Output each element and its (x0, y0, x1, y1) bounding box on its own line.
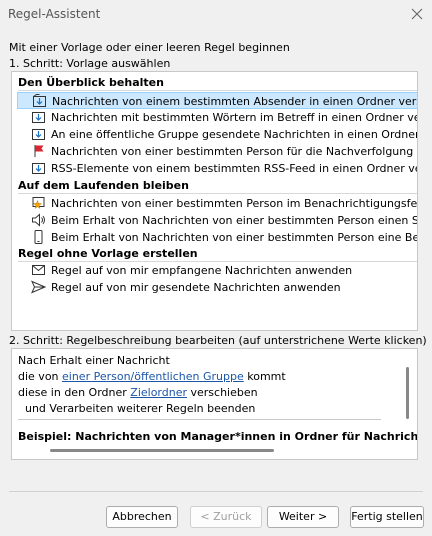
window-title: Regel-Assistent (8, 7, 101, 21)
sender-link[interactable]: einer Person/öffentlichen Gruppe (62, 370, 244, 383)
template-item-label: Nachrichten von einem bestimmten Absende… (52, 95, 417, 108)
rule-description-box[interactable]: Nach Erhalt einer Nachricht die von eine… (11, 348, 418, 460)
notification-star-icon (31, 196, 46, 210)
template-listbox[interactable]: Den Überblick behalten Nachrichten von e… (11, 71, 418, 331)
template-item-label: Nachrichten von einer bestimmten Person … (51, 197, 418, 210)
red-flag-icon (31, 144, 46, 158)
footer-divider (9, 491, 423, 492)
template-item[interactable]: Nachrichten von einem bestimmten Absende… (17, 92, 417, 109)
send-icon (31, 280, 47, 294)
template-item-label: Regel auf von mir empfangene Nachrichten… (51, 264, 353, 277)
folder-arrow-icon (31, 161, 46, 175)
step2-label: 2. Schritt: Regelbeschreibung bearbeiten… (9, 334, 427, 347)
envelope-icon (31, 263, 46, 277)
section-divider (18, 193, 417, 194)
template-item-label: Regel auf von mir gesendete Nachrichten … (51, 281, 341, 294)
section-title: Auf dem Laufenden bleiben (18, 179, 189, 192)
close-button[interactable] (408, 5, 426, 23)
vertical-scrollbar[interactable] (406, 367, 409, 419)
template-item[interactable]: Nachrichten von einer bestimmten Person … (17, 195, 418, 212)
section-title: Regel ohne Vorlage erstellen (18, 247, 198, 260)
description-line: Nach Erhalt einer Nachricht (18, 354, 170, 367)
template-item[interactable]: Nachrichten mit bestimmten Wörtern im Be… (17, 109, 417, 126)
template-item[interactable]: Regel auf von mir gesendete Nachrichten … (17, 279, 417, 296)
folder-arrow-icon (31, 127, 46, 141)
template-item-label: Beim Erhalt von Nachrichten von einer be… (51, 214, 417, 227)
target-folder-link[interactable]: Zielordner (130, 386, 187, 399)
close-icon (411, 8, 423, 20)
template-item-label: An eine öffentliche Gruppe gesendete Nac… (51, 128, 418, 141)
section-divider (18, 90, 417, 91)
description-divider (18, 419, 381, 420)
intro-text: Mit einer Vorlage oder einer leeren Rege… (9, 41, 290, 54)
template-item-label: Nachrichten mit bestimmten Wörtern im Be… (51, 111, 417, 124)
description-line: diese in den Ordner Zielordner verschieb… (18, 386, 258, 399)
title-bar: Regel-Assistent (0, 0, 432, 28)
step1-label: 1. Schritt: Vorlage auswählen (9, 57, 171, 70)
cancel-button[interactable]: Abbrechen (106, 506, 178, 528)
template-item[interactable]: An eine öffentliche Gruppe gesendete Nac… (17, 126, 418, 143)
horizontal-scrollbar[interactable] (50, 449, 274, 452)
speaker-icon (31, 213, 46, 227)
template-item-label: Nachrichten von einer bestimmten Person … (51, 145, 417, 158)
section-title: Den Überblick behalten (18, 76, 164, 89)
template-item-label: RSS-Elemente von einem bestimmten RSS-Fe… (51, 162, 417, 175)
back-button[interactable]: < Zurück (190, 506, 262, 528)
template-item[interactable]: RSS-Elemente von einem bestimmten RSS-Fe… (17, 160, 417, 177)
folder-arrow-icon (31, 110, 46, 124)
template-item[interactable]: Beim Erhalt von Nachrichten von einer be… (17, 212, 417, 229)
description-line: die von einer Person/öffentlichen Gruppe… (18, 370, 286, 383)
folder-arrow-icon (32, 94, 47, 108)
template-item[interactable]: Regel auf von mir empfangene Nachrichten… (17, 262, 417, 279)
template-item[interactable]: Beim Erhalt von Nachrichten von einer be… (17, 229, 418, 246)
example-text: Beispiel: Nachrichten von Manager*innen … (18, 430, 418, 443)
next-button[interactable]: Weiter > (267, 506, 339, 528)
template-item-label: Beim Erhalt von Nachrichten von einer be… (51, 231, 418, 244)
description-line: und Verarbeiten weiterer Regeln beenden (18, 402, 256, 415)
finish-button[interactable]: Fertig stellen (350, 506, 424, 528)
phone-icon (31, 230, 46, 244)
template-item[interactable]: Nachrichten von einer bestimmten Person … (17, 143, 417, 160)
